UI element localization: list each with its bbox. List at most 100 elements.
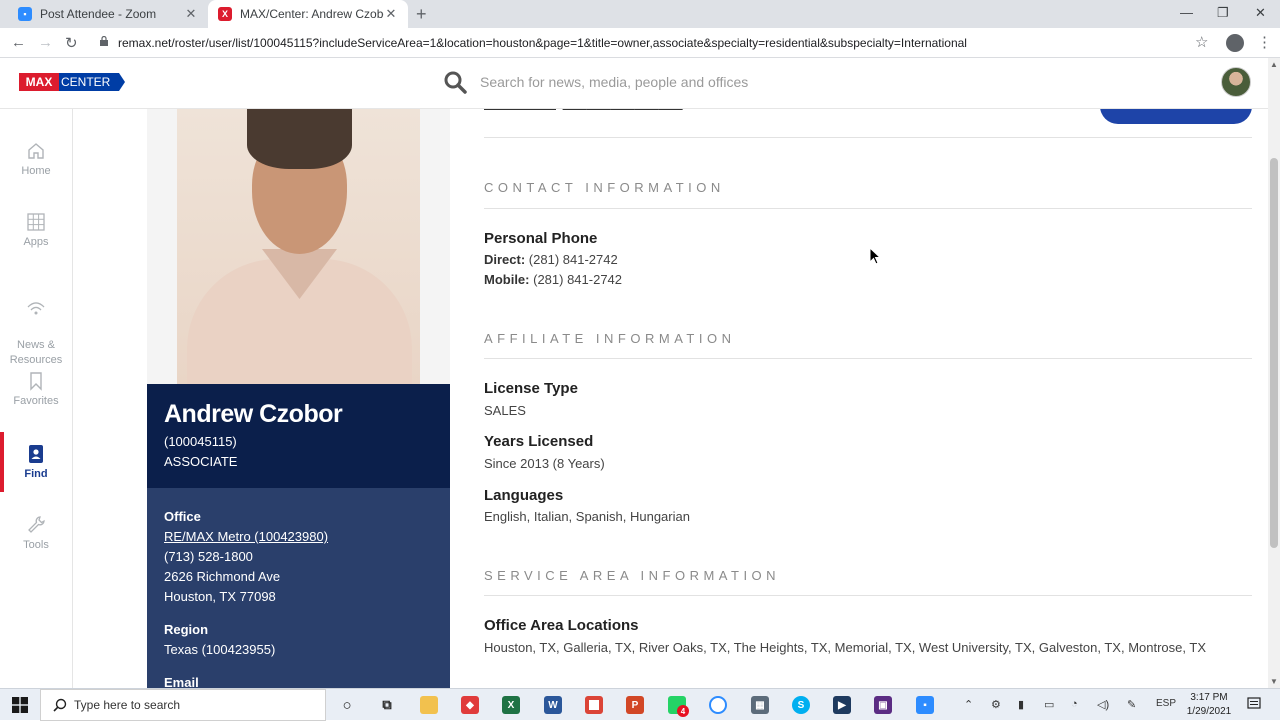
scrollbar-thumb[interactable] (1270, 158, 1278, 548)
chrome-profile-icon[interactable] (1226, 34, 1244, 52)
languages-value: English, Italian, Spanish, Hungarian (484, 509, 690, 524)
sidebar-item-apps[interactable]: Apps (0, 212, 72, 248)
office-link[interactable]: RE/MAX Metro (100423980) (164, 529, 328, 544)
windows-start-icon[interactable] (12, 697, 28, 713)
microphone-icon[interactable]: ▮ (1018, 698, 1024, 711)
app-icon[interactable]: ▣ (874, 696, 892, 714)
taskbar-search-text: Type here to search (74, 698, 181, 712)
zoom-icon[interactable]: ▪ (916, 696, 934, 714)
pen-icon[interactable]: ✎ (1127, 698, 1136, 711)
notifications-icon[interactable] (1247, 697, 1261, 711)
search-input[interactable] (480, 72, 880, 92)
maxcenter-logo[interactable]: MAX CENTER (19, 73, 125, 91)
divider (484, 358, 1252, 359)
logo-max-text: MAX (19, 73, 59, 91)
window-close-icon[interactable]: ✕ (1255, 5, 1266, 21)
office-city: Houston, TX 77098 (164, 589, 276, 604)
divider (484, 595, 1252, 596)
sidebar-item-label: Favorites (13, 395, 59, 407)
task-view-icon[interactable]: ⧉ (378, 696, 396, 714)
back-arrow-icon[interactable]: ← (11, 34, 26, 51)
page-scrollbar[interactable]: ▲ ▼ (1268, 58, 1280, 688)
show-hidden-icons-icon[interactable]: ⌃ (964, 698, 973, 711)
mobile-label: Mobile: (484, 272, 530, 287)
home-icon (28, 143, 44, 159)
security-shield-icon[interactable]: ◆ (461, 696, 479, 714)
sidebar-item-label: Find (24, 468, 48, 480)
agent-photo (147, 109, 450, 384)
scroll-down-icon[interactable]: ▼ (1270, 677, 1278, 686)
agent-role: ASSOCIATE (164, 454, 238, 469)
language-indicator[interactable]: ESP (1156, 698, 1176, 709)
agent-name: Andrew Czobor (164, 400, 343, 428)
volume-icon[interactable]: ◁) (1097, 698, 1109, 711)
sidebar-item-home[interactable]: Home (0, 141, 72, 177)
wifi-icon (27, 302, 45, 315)
calculator-icon[interactable]: ▦ (751, 696, 769, 714)
sidebar-item-tools[interactable]: Tools (0, 515, 72, 551)
office-street: 2626 Richmond Ave (164, 569, 281, 584)
sidebar-item-favorites[interactable]: Favorites (0, 371, 72, 407)
taskbar-clock[interactable]: 3:17 PM 1/29/2021 (1180, 691, 1238, 719)
tab-maxcenter[interactable]: X MAX/Center: Andrew Czobor ✕ (208, 0, 408, 28)
whatsapp-badge: 4 (677, 705, 689, 717)
chat-bubble-icon[interactable] (709, 696, 727, 714)
skype-icon[interactable]: S (792, 696, 810, 714)
user-avatar[interactable] (1221, 67, 1251, 97)
sidebar-item-find[interactable]: Find (0, 432, 72, 492)
app-icon[interactable]: ▶ (833, 696, 851, 714)
scroll-up-icon[interactable]: ▲ (1270, 60, 1278, 69)
bookmark-star-icon[interactable]: ☆ (1195, 33, 1208, 51)
file-explorer-icon[interactable] (420, 696, 438, 714)
cortana-icon[interactable]: ○ (338, 696, 356, 714)
url-field[interactable]: remax.net/roster/user/list/100045115?inc… (118, 36, 967, 50)
lock-icon (100, 36, 108, 46)
browser-tab-strip: ▪ Post Attendee - Zoom ✕ X MAX/Center: A… (0, 0, 1280, 28)
mouse-cursor-icon (869, 247, 881, 265)
sidebar-item-news-resources[interactable]: News & Resources (0, 284, 72, 368)
direct-value[interactable]: (281) 841-2742 (525, 252, 618, 267)
zoom-favicon-icon: ▪ (18, 7, 32, 21)
clock-date: 1/29/2021 (1186, 706, 1232, 717)
mobile-phone: Mobile: (281) 841-2742 (484, 272, 622, 287)
forward-arrow-icon[interactable]: → (38, 34, 53, 51)
search-icon[interactable] (443, 70, 467, 94)
excel-icon[interactable]: X (502, 696, 520, 714)
maximize-icon[interactable]: ❐ (1217, 5, 1229, 21)
tab-zoom[interactable]: ▪ Post Attendee - Zoom ✕ (8, 0, 208, 28)
search-icon (53, 698, 67, 712)
sidebar-item-label: News & Resources (9, 339, 63, 366)
battery-icon[interactable]: ▭ (1044, 698, 1054, 711)
sidebar-item-label: Apps (23, 236, 49, 248)
languages-label: Languages (484, 487, 564, 504)
logo-arrow (119, 73, 125, 91)
service-area-section-title: SERVICE AREA INFORMATION (484, 568, 781, 583)
network-icon[interactable]: ◔ (1071, 698, 1078, 710)
bookmark-icon (30, 372, 42, 391)
minimize-icon[interactable]: — (1180, 5, 1193, 20)
taskbar-search-box[interactable]: Type here to search (40, 689, 326, 721)
chrome-menu-icon[interactable]: ⋮ (1257, 33, 1272, 51)
personal-phone-label: Personal Phone (484, 230, 598, 247)
new-tab-icon[interactable]: + (416, 4, 427, 25)
region-label: Region (164, 622, 209, 637)
reload-icon[interactable]: ↻ (65, 34, 78, 52)
chrome-icon[interactable] (585, 696, 603, 714)
tab-close-icon[interactable]: ✕ (184, 6, 198, 22)
scrolled-heading: ▬▬▬ ▬▬▬▬▬ (484, 109, 683, 117)
tab-title: MAX/Center: Andrew Czobor (240, 7, 384, 21)
word-icon[interactable]: W (544, 696, 562, 714)
divider (484, 208, 1252, 209)
affiliate-section-title: AFFILIATE INFORMATION (484, 331, 736, 346)
years-licensed-value: Since 2013 (8 Years) (484, 456, 605, 471)
powerpoint-icon[interactable]: P (626, 696, 644, 714)
region-value: Texas (100423955) (164, 642, 276, 657)
office-area-value: Houston, TX, Galleria, TX, River Oaks, T… (484, 640, 1206, 655)
action-button[interactable] (1100, 109, 1252, 124)
mobile-value[interactable]: (281) 841-2742 (530, 272, 622, 287)
agent-details: ▬▬▬ ▬▬▬▬▬ CONTACT INFORMATION Personal P… (484, 109, 1252, 688)
sidebar-item-label: Tools (23, 539, 49, 551)
contact-section-title: CONTACT INFORMATION (484, 180, 725, 195)
tray-icon[interactable]: ⚙ (991, 698, 1001, 711)
tab-close-icon[interactable]: ✕ (384, 6, 398, 22)
